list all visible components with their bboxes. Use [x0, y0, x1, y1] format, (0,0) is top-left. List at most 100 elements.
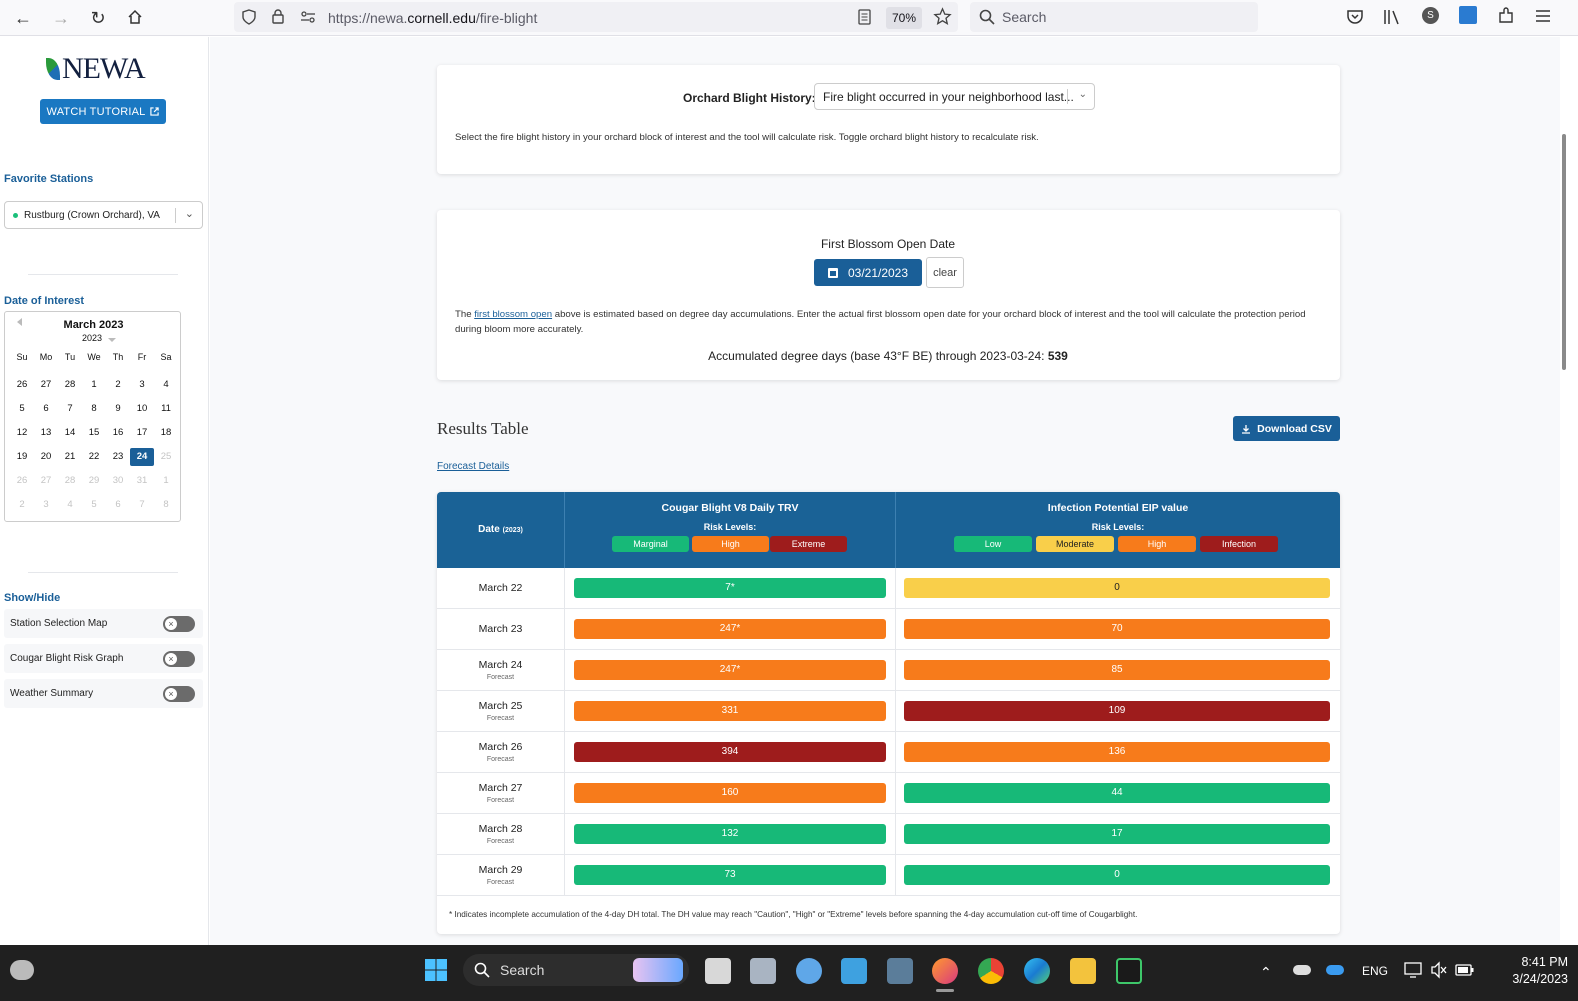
active-app-indicator [936, 989, 954, 992]
forecast-details-link[interactable]: Forecast Details [437, 461, 509, 472]
extension-s-icon[interactable] [1459, 6, 1477, 24]
blight-history-select[interactable]: Fire blight occurred in your neighborhoo… [814, 83, 1095, 110]
calendar-day[interactable]: 9 [106, 400, 130, 418]
paint-app-icon[interactable] [796, 958, 822, 984]
calendar-day[interactable]: 16 [106, 424, 130, 442]
lock-icon[interactable] [272, 9, 284, 24]
calendar-day[interactable]: 26 [10, 376, 34, 394]
language-indicator[interactable]: ENG [1362, 964, 1388, 978]
reader-view-icon[interactable] [858, 9, 871, 25]
shield-icon[interactable] [242, 9, 256, 25]
library-icon[interactable] [1383, 8, 1401, 26]
calendar-day[interactable]: 8 [82, 400, 106, 418]
calendar-day[interactable]: 1 [82, 376, 106, 394]
calendar-day[interactable]: 4 [154, 376, 178, 394]
calendar-day[interactable]: 2 [106, 376, 130, 394]
risk-graph-toggle[interactable] [163, 651, 195, 667]
calendar-day[interactable]: 24 [130, 448, 154, 466]
clear-date-button[interactable]: clear [926, 257, 964, 288]
permissions-icon[interactable] [300, 11, 316, 23]
task-view-icon[interactable] [705, 958, 731, 984]
volume-muted-icon[interactable] [1430, 961, 1448, 979]
clock-time: 8:41 PM [1521, 955, 1568, 969]
calendar-day[interactable]: 17 [130, 424, 154, 442]
calendar-day[interactable]: 6 [34, 400, 58, 418]
browser-search-bar[interactable]: Search [970, 2, 1258, 32]
calendar-day[interactable]: 21 [58, 448, 82, 466]
taskbar-clock[interactable]: 8:41 PM 3/24/2023 [1488, 954, 1568, 988]
toggle-row-risk-graph[interactable]: Cougar Blight Risk Graph [4, 644, 203, 673]
download-csv-button[interactable]: Download CSV [1233, 416, 1340, 441]
calendar-day[interactable]: 7 [58, 400, 82, 418]
calendar-day[interactable]: 28 [58, 376, 82, 394]
calendar-day[interactable]: 20 [34, 448, 58, 466]
chevron-up-icon[interactable]: ⌃ [1260, 964, 1272, 981]
calendar-day[interactable]: 13 [34, 424, 58, 442]
chrome-icon[interactable] [978, 958, 1004, 984]
calendar-year-dropdown-icon[interactable] [108, 338, 116, 342]
pocket-icon[interactable] [1346, 8, 1364, 26]
file-explorer-icon[interactable] [1070, 958, 1096, 984]
weather-widget-icon[interactable] [10, 960, 34, 980]
onedrive-cloud-icon[interactable] [1293, 965, 1311, 975]
calendar-day[interactable]: 15 [82, 424, 106, 442]
date-header-label: Date [478, 524, 500, 535]
cell-divider [895, 732, 896, 773]
station-map-toggle[interactable] [163, 616, 195, 632]
calendar-day[interactable]: 11 [154, 400, 178, 418]
calendar-day[interactable]: 18 [154, 424, 178, 442]
reload-icon[interactable]: ↻ [85, 5, 111, 31]
toggle-row-weather-summary[interactable]: Weather Summary [4, 679, 203, 708]
battery-icon[interactable] [1455, 963, 1475, 977]
blossom-date-picker[interactable]: 03/21/2023 [814, 259, 922, 286]
station-select[interactable]: Rustburg (Crown Orchard), VA ⌄ [4, 201, 203, 229]
browser-toolbar: ← → ↻ https://newa.cornell.edu/fire-blig… [0, 0, 1578, 36]
forward-arrow-icon[interactable]: → [48, 5, 74, 31]
edge-icon[interactable] [1024, 958, 1050, 984]
taskbar-search[interactable]: Search [463, 954, 689, 986]
files-app-icon[interactable] [750, 958, 776, 984]
calendar-day[interactable]: 10 [130, 400, 154, 418]
extensions-puzzle-icon[interactable] [1497, 7, 1515, 25]
zoom-level-badge[interactable]: 70% [886, 7, 922, 29]
back-arrow-icon[interactable]: ← [10, 5, 36, 31]
station-status-dot [13, 212, 18, 218]
newa-logo[interactable]: NEWA [46, 52, 146, 86]
home-icon[interactable] [122, 4, 148, 30]
calendar-day[interactable]: 22 [82, 448, 106, 466]
firefox-icon[interactable] [932, 958, 958, 984]
calendar-day[interactable]: 5 [10, 400, 34, 418]
windows-taskbar: Search ⌃ ENG 8:41 PM 3/24/2023 [0, 945, 1578, 1001]
bookmark-star-icon[interactable] [933, 7, 952, 26]
toggle-row-station-map[interactable]: Station Selection Map [4, 609, 203, 638]
page-scrollbar-thumb[interactable] [1562, 134, 1566, 370]
calendar-day[interactable]: 23 [106, 448, 130, 466]
eip-value-bar: 85 [904, 660, 1330, 680]
onedrive-blue-cloud-icon[interactable] [1326, 965, 1344, 975]
calendar-day[interactable]: 12 [10, 424, 34, 442]
chevron-down-icon[interactable]: ⌄ [185, 207, 194, 220]
cougar-trv-bar: 247* [574, 619, 886, 639]
network-icon[interactable] [1404, 961, 1422, 979]
account-avatar-icon[interactable]: S [1422, 7, 1439, 24]
watch-tutorial-button[interactable]: WATCH TUTORIAL [40, 99, 166, 124]
blossom-date-title: First Blossom Open Date [820, 237, 956, 251]
hamburger-menu-icon[interactable] [1535, 8, 1551, 24]
table-row: March 24 Forecast 247* 85 [437, 650, 1340, 691]
url-bar[interactable]: https://newa.cornell.edu/fire-blight 70% [234, 2, 958, 32]
calendar-day[interactable]: 27 [34, 376, 58, 394]
calculator-icon[interactable] [887, 958, 913, 984]
show-hide-heading: Show/Hide [4, 592, 61, 604]
chevron-down-icon[interactable]: ⌄ [1079, 89, 1087, 100]
calendar-day[interactable]: 3 [130, 376, 154, 394]
desktop-app-icon[interactable] [841, 958, 867, 984]
windows-start-icon[interactable] [424, 958, 448, 982]
calendar-day[interactable]: 19 [10, 448, 34, 466]
calendar-day[interactable]: 14 [58, 424, 82, 442]
signal-app-icon[interactable] [1116, 958, 1142, 984]
first-blossom-open-link[interactable]: first blossom open [474, 309, 552, 320]
weather-summary-toggle[interactable] [163, 686, 195, 702]
watch-tutorial-label: WATCH TUTORIAL [46, 105, 146, 118]
blight-history-card: Orchard Blight History: Fire blight occu… [437, 65, 1340, 174]
calendar-year-select[interactable]: 2023 [82, 333, 102, 343]
